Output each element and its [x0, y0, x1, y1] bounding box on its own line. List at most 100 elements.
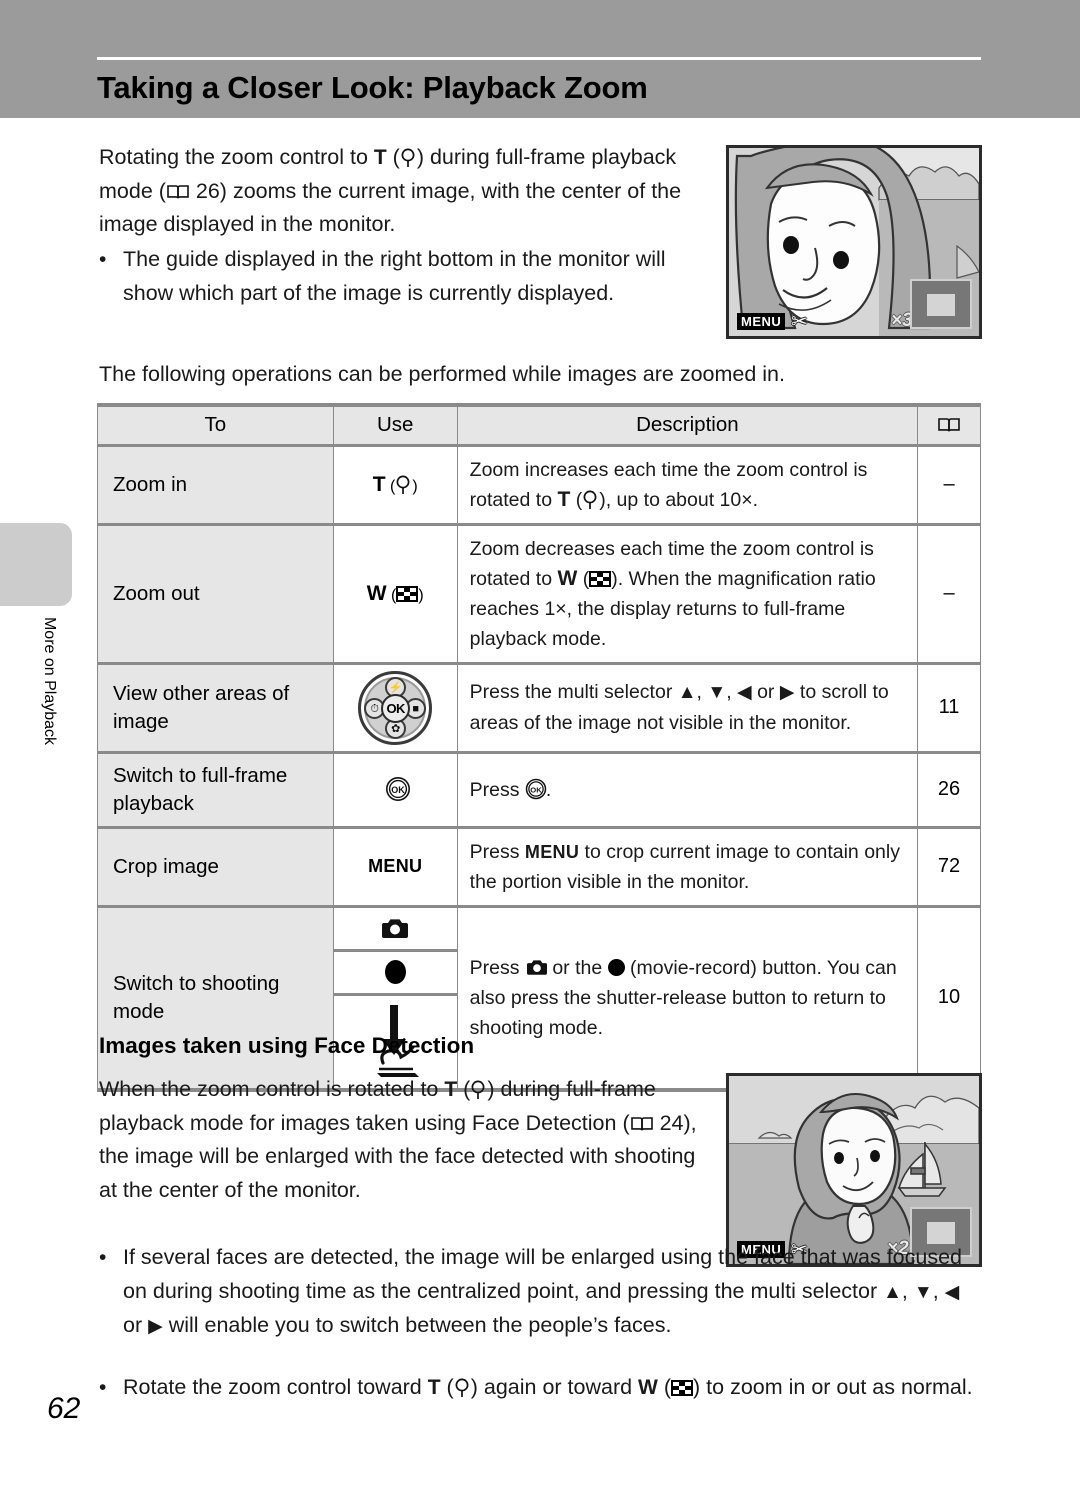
row-label-zoom-out: Zoom out [97, 522, 334, 664]
face-detection-paragraph: When the zoom control is rotated to T ()… [99, 1073, 699, 1207]
book-icon [166, 178, 190, 198]
arrow-left-icon: ◀ [737, 682, 752, 703]
row-description-zoom-in: Zoom increases each time the zoom contro… [456, 444, 919, 525]
side-tab-label: More on Playback [41, 616, 58, 746]
page-title: Taking a Closer Look: Playback Zoom [97, 70, 648, 105]
desc-text-a: Press [469, 956, 525, 979]
row-reference-zoom-out: – [917, 522, 981, 664]
fd-bullet2-b: again or toward [477, 1375, 639, 1399]
row-description-crop-image: Press MENU to crop current image to cont… [456, 825, 919, 907]
fd-text-a: When the zoom control is rotated to [99, 1077, 445, 1101]
ok-button-icon: OK [385, 776, 410, 801]
table-row: Zoom out W () Zoom decreases each time t… [97, 522, 981, 664]
ok-button-icon: OK [525, 778, 547, 799]
row-label-crop-image: Crop image [97, 825, 334, 907]
arrow-down-icon: ▼ [707, 682, 727, 703]
thumbnail-icon [396, 585, 419, 602]
magnifier-icon [582, 489, 599, 510]
intro-text-1b: ( [386, 145, 400, 169]
row-label-shooting-mode: Switch to shooting mode [97, 904, 334, 1092]
book-icon [630, 1110, 654, 1130]
thumbnail-icon [671, 1380, 694, 1396]
playback-zoom-monitor: MENU ✂ ×3.0 [726, 145, 982, 339]
menu-button-icon: MENU [524, 841, 580, 862]
table-row: View other areas of image ⚡ ⏱ ■ ✿ OK Pre… [97, 661, 981, 753]
book-icon [937, 416, 961, 434]
scissors-icon: ✂ [791, 311, 808, 333]
intro-text-1: Rotating the zoom control to [99, 145, 374, 169]
desc-text-a: Press [469, 840, 525, 863]
column-header-use: Use [332, 403, 458, 447]
operations-intro-line: The following operations can be performe… [99, 362, 785, 386]
intro-text-2b: 26) zooms the current image, with [189, 178, 520, 203]
magnifier-icon [470, 1079, 487, 1100]
monitor-menu-badge: MENU [737, 313, 786, 330]
row-description-shooting-mode: Press or the (movie-record) button. You … [456, 904, 919, 1092]
face-detection-bullet-1: • If several faces are detected, the ima… [99, 1241, 979, 1344]
camera-button-icon [333, 908, 457, 952]
column-header-reference [917, 403, 981, 447]
fd-bullet2-a: Rotate the zoom control toward [123, 1375, 428, 1399]
fd-bullet1-b: will enable you to switch between the pe… [162, 1313, 672, 1337]
thumbnail-icon [589, 570, 612, 587]
bullet-dot: • [99, 1246, 107, 1269]
face-detection-heading: Images taken using Face Detection [99, 1033, 475, 1058]
svg-text:OK: OK [391, 785, 405, 795]
row-label-zoom-in: Zoom in [97, 444, 334, 525]
magnifier-icon [454, 1377, 471, 1398]
arrow-right-icon: ▶ [148, 1316, 163, 1337]
menu-button-icon: MENU [368, 856, 423, 876]
row-reference-shooting-mode: 10 [917, 904, 981, 1092]
table-row: Switch to shooting mode Press or the (mo… [97, 904, 981, 1092]
fd-bullet1-a: If several faces are detected, the image… [123, 1245, 962, 1303]
movie-record-button-icon [333, 952, 457, 996]
fd-bullet2-text: Rotate the zoom control toward T () agai… [123, 1375, 973, 1399]
fd-text-b: ( [457, 1077, 471, 1101]
zoom-W-glyph: W [638, 1376, 658, 1399]
face-detection-bullet-2: • Rotate the zoom control toward T () ag… [99, 1371, 979, 1405]
magnifier-icon [400, 147, 417, 168]
zoom-T-glyph: T [557, 487, 571, 511]
zoom-T-glyph: T [373, 146, 387, 169]
desc-text-a: Press [469, 778, 525, 801]
header-rule [97, 57, 981, 60]
intro-bullet: • The guide displayed in the right botto… [99, 243, 699, 310]
intro-text-1c: ) during full-frame [416, 145, 586, 169]
row-description-view-other-areas: Press the multi selector ▲, ▼, ◀ or ▶ to… [456, 661, 919, 753]
fd-bullet1-text: If several faces are detected, the image… [123, 1245, 962, 1337]
camera-button-icon [525, 956, 547, 975]
zoom-T-glyph: T [427, 1376, 441, 1399]
zoom-T-glyph: T [444, 1078, 458, 1101]
column-header-to: To [97, 403, 334, 447]
row-reference-crop-image: 72 [917, 825, 981, 907]
svg-text:OK: OK [530, 785, 542, 794]
row-label-full-frame-playback: Switch to full-frame playback [97, 750, 334, 828]
table-row: Crop image MENU Press MENU to crop curre… [97, 825, 981, 907]
table-row: Zoom in T () Zoom increases each time th… [97, 444, 981, 525]
row-use-multi-selector: ⚡ ⏱ ■ ✿ OK [332, 661, 458, 753]
arrow-right-icon: ▶ [779, 682, 795, 703]
zoom-T-glyph: T [372, 472, 386, 496]
desc-text-a: Press the multi selector [469, 681, 678, 703]
row-use-ok-button: OK [332, 750, 458, 828]
magnifier-icon [395, 474, 412, 495]
row-use-zoom-in: T () [332, 444, 458, 525]
playback-zoom-operations-table: To Use Description Zoom in T () Zoom inc… [97, 403, 981, 1092]
zoom-W-glyph: W [557, 566, 578, 590]
table-row: Switch to full-frame playback OK Press O… [97, 750, 981, 828]
row-reference-view-other-areas: 11 [917, 661, 981, 753]
arrow-left-icon: ◀ [944, 1281, 960, 1303]
multi-selector-icon: ⚡ ⏱ ■ ✿ OK [358, 670, 433, 745]
desc-text-b: , up to about 10×. [605, 488, 759, 511]
intro-paragraph: Rotating the zoom control to T ( ) during… [99, 141, 709, 242]
row-use-menu-button: MENU [332, 825, 458, 907]
row-use-zoom-out: W () [332, 522, 458, 664]
zoom-W-glyph: W [366, 581, 387, 605]
arrow-up-icon: ▲ [883, 1281, 902, 1303]
side-tab-marker [0, 523, 72, 606]
arrow-up-icon: ▲ [677, 682, 697, 703]
row-reference-full-frame-playback: 26 [917, 750, 981, 828]
desc-text-b: or the [546, 956, 608, 979]
table-header-row: To Use Description [97, 403, 981, 447]
arrow-down-icon: ▼ [913, 1281, 933, 1303]
